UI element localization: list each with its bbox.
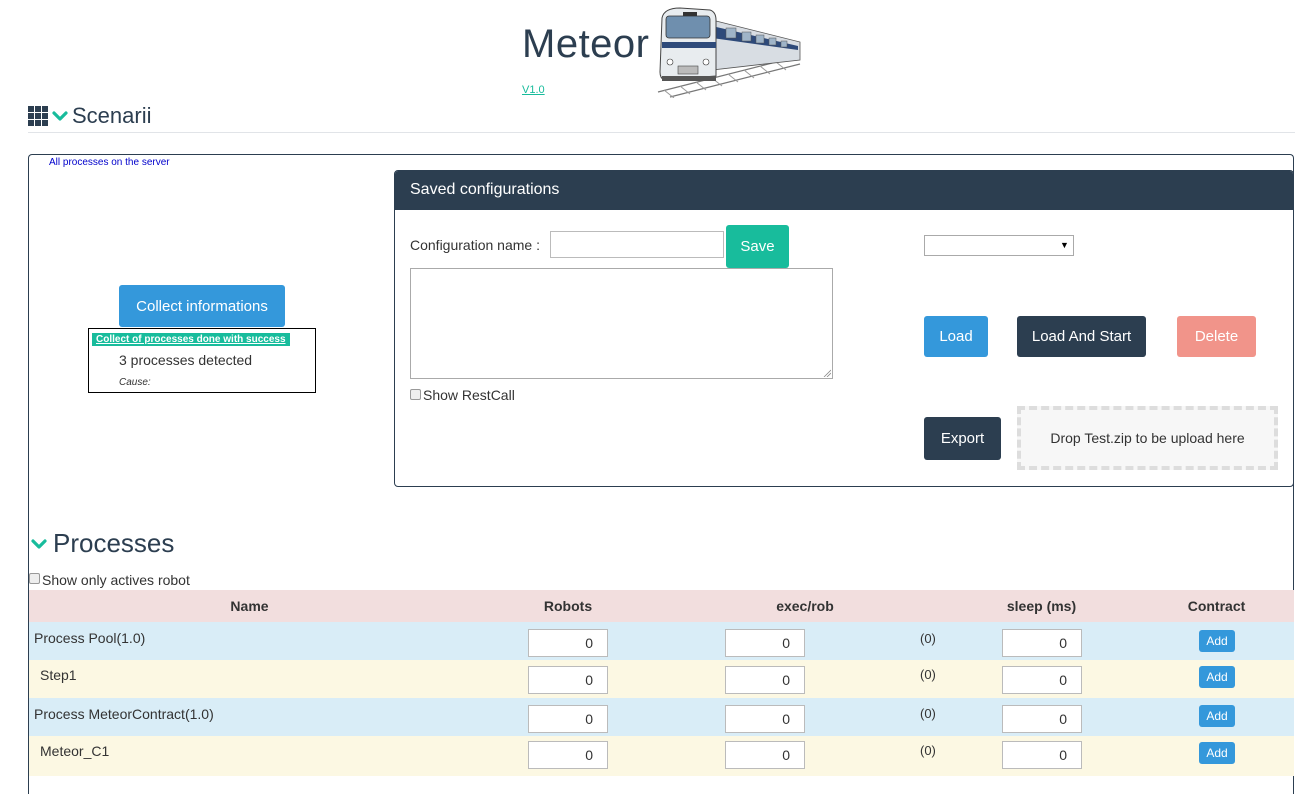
process-name: Meteor_C1: [40, 743, 110, 759]
sleep-input[interactable]: 0: [1002, 629, 1082, 657]
table-row: Meteor_C1 0 0 (0) 0 Add: [29, 736, 1294, 776]
configuration-textarea[interactable]: [410, 268, 833, 379]
robots-input[interactable]: 0: [528, 705, 608, 733]
processes-header[interactable]: Processes: [31, 528, 174, 559]
configuration-name-label: Configuration name :: [410, 237, 540, 253]
robots-input[interactable]: 0: [528, 666, 608, 694]
collect-informations-button[interactable]: Collect informations: [119, 285, 285, 327]
column-header-contract: Contract: [1187, 598, 1246, 614]
exec-per-robot-input[interactable]: 0: [725, 666, 805, 694]
robots-input[interactable]: 0: [528, 629, 608, 657]
exec-per-robot-input[interactable]: 0: [725, 705, 805, 733]
drop-zone-text: Drop Test.zip to be upload here: [1050, 430, 1245, 446]
load-button[interactable]: Load: [924, 316, 988, 357]
configuration-name-input[interactable]: [550, 231, 724, 258]
load-and-start-button[interactable]: Load And Start: [1017, 316, 1146, 357]
exec-per-robot-input[interactable]: 0: [725, 741, 805, 769]
dropdown-arrow-icon: ▼: [1060, 240, 1069, 250]
scenarii-title: Scenarii: [72, 103, 152, 128]
resize-grip-icon[interactable]: [823, 369, 831, 377]
table-header-row: Name Robots exec/rob sleep (ms) Contract: [29, 590, 1294, 622]
add-contract-button[interactable]: Add: [1199, 630, 1235, 652]
table-row: Process Pool(1.0) 0 0 (0) 0 Add: [29, 622, 1294, 660]
configuration-select[interactable]: [924, 235, 1074, 256]
exec-total: (0): [920, 706, 936, 721]
section-divider: [28, 132, 1295, 133]
table-row: Step1 0 0 (0) 0 Add: [29, 660, 1294, 698]
processes-title: Processes: [53, 528, 175, 558]
sleep-input[interactable]: 0: [1002, 666, 1082, 694]
chevron-down-icon: [31, 538, 47, 549]
column-header-sleep: sleep (ms): [1006, 598, 1077, 614]
all-processes-link[interactable]: All processes on the server: [49, 157, 170, 168]
upload-drop-zone[interactable]: Drop Test.zip to be upload here: [1017, 406, 1278, 470]
process-name: Process Pool(1.0): [34, 630, 146, 646]
add-contract-button[interactable]: Add: [1199, 666, 1235, 688]
show-active-robots-checkbox[interactable]: [29, 573, 40, 584]
panel-title: Saved configurations: [410, 181, 560, 198]
sleep-input[interactable]: 0: [1002, 741, 1082, 769]
delete-button[interactable]: Delete: [1177, 316, 1256, 357]
exec-per-robot-input[interactable]: 0: [725, 629, 805, 657]
cause-label: Cause:: [119, 377, 151, 388]
process-name: Process MeteorContract(1.0): [34, 706, 214, 722]
train-logo: [657, 7, 801, 98]
version-link[interactable]: V1.0: [522, 84, 545, 96]
scenarii-header[interactable]: Scenarii: [28, 102, 151, 130]
column-header-exec-rob: exec/rob: [776, 598, 834, 614]
exec-total: (0): [920, 631, 936, 646]
column-header-name: Name: [230, 598, 269, 614]
show-restcall-checkbox[interactable]: [410, 389, 421, 400]
process-name: Step1: [40, 667, 77, 683]
show-restcall-label: Show RestCall: [423, 387, 515, 403]
robots-input[interactable]: 0: [528, 741, 608, 769]
app-title: Meteor: [522, 22, 650, 66]
exec-total: (0): [920, 667, 936, 682]
collect-success-badge[interactable]: Collect of processes done with success: [92, 333, 290, 346]
add-contract-button[interactable]: Add: [1199, 742, 1235, 764]
sleep-input[interactable]: 0: [1002, 705, 1082, 733]
grid-icon: [28, 106, 48, 126]
add-contract-button[interactable]: Add: [1199, 705, 1235, 727]
panel-header: Saved configurations: [395, 171, 1293, 210]
processes-detected-text: 3 processes detected: [119, 352, 253, 368]
export-button[interactable]: Export: [924, 417, 1001, 460]
save-button[interactable]: Save: [726, 225, 789, 268]
exec-total: (0): [920, 743, 936, 758]
chevron-down-icon: [52, 111, 68, 121]
table-row: Process MeteorContract(1.0) 0 0 (0) 0 Ad…: [29, 698, 1294, 736]
column-header-robots: Robots: [543, 598, 593, 614]
show-active-robots-label: Show only actives robot: [42, 572, 190, 588]
